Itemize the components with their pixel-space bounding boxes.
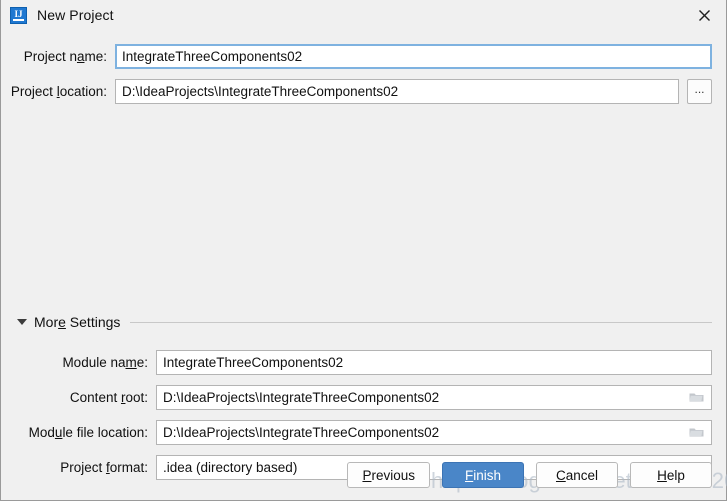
label-text-pre: Project: [10, 83, 57, 99]
window-title: New Project: [37, 7, 114, 23]
previous-button[interactable]: Previous: [347, 462, 430, 488]
label-text-pre: Mor: [34, 314, 59, 330]
content-root-label: Content root:: [1, 390, 156, 405]
label-text-post: ocation:: [59, 83, 107, 99]
module-file-location-input[interactable]: D:\IdeaProjects\IntegrateThreeComponents…: [156, 419, 712, 445]
label-text-post: me:: [84, 48, 107, 64]
module-name-input[interactable]: IntegrateThreeComponents02: [156, 349, 712, 375]
dialog-button-bar: Previous Finish Cancel Help: [347, 462, 712, 488]
project-location-label: Project location:: [1, 84, 115, 99]
label-mnemonic: m: [125, 354, 137, 370]
label-text-post: ormat:: [109, 459, 148, 475]
label-text-pre: Content: [69, 389, 121, 405]
btn-mnemonic: F: [464, 467, 474, 483]
module-name-value: IntegrateThreeComponents02: [163, 354, 344, 370]
more-settings-toggle[interactable]: More Settings: [1, 312, 712, 332]
folder-icon[interactable]: [689, 391, 704, 403]
btn-mnemonic: P: [362, 467, 372, 483]
project-name-row: Project name: IntegrateThreeComponents02: [1, 42, 726, 70]
new-project-dialog: IJ New Project Project name: IntegrateTh…: [0, 0, 727, 501]
close-icon[interactable]: [682, 0, 726, 30]
module-file-location-value: D:\IdeaProjects\IntegrateThreeComponents…: [163, 424, 440, 440]
project-name-label: Project name:: [1, 49, 115, 64]
content-root-row: Content root: D:\IdeaProjects\IntegrateT…: [1, 383, 726, 411]
content-root-value: D:\IdeaProjects\IntegrateThreeComponents…: [163, 389, 440, 405]
btn-text-post: ancel: [565, 467, 599, 483]
more-settings-label: More Settings: [34, 314, 120, 330]
module-name-row: Module name: IntegrateThreeComponents02: [1, 348, 726, 376]
project-name-input[interactable]: IntegrateThreeComponents02: [115, 43, 712, 69]
project-name-value: IntegrateThreeComponents02: [122, 48, 303, 64]
project-format-label: Project format:: [1, 460, 156, 475]
project-location-value: D:\IdeaProjects\IntegrateThreeComponents…: [122, 83, 399, 99]
intellij-idea-icon: IJ: [10, 6, 27, 24]
btn-mnemonic: C: [555, 467, 566, 483]
module-file-location-row: Module file location: D:\IdeaProjects\In…: [1, 418, 726, 446]
label-text-pre: Module na: [62, 354, 126, 370]
btn-text-post: inish: [473, 467, 501, 483]
content-root-input[interactable]: D:\IdeaProjects\IntegrateThreeComponents…: [156, 384, 712, 410]
cancel-button[interactable]: Cancel: [536, 462, 618, 488]
section-divider: [130, 321, 712, 323]
module-file-location-label: Module file location:: [1, 425, 156, 440]
project-location-input[interactable]: D:\IdeaProjects\IntegrateThreeComponents…: [115, 78, 679, 104]
label-text-post: le file location:: [62, 424, 148, 440]
project-format-value: .idea (directory based): [163, 459, 298, 475]
module-name-label: Module name:: [1, 355, 156, 370]
label-text-pre: Project: [60, 459, 106, 475]
btn-text-post: revious: [371, 467, 415, 483]
finish-button[interactable]: Finish: [442, 462, 524, 488]
project-location-row: Project location: D:\IdeaProjects\Integr…: [1, 77, 726, 105]
dialog-content: Project name: IntegrateThreeComponents02…: [1, 30, 727, 500]
btn-mnemonic: H: [657, 467, 667, 483]
label-text-pre: Mod: [28, 424, 55, 440]
label-mnemonic: e: [58, 314, 66, 330]
label-text-post: oot:: [125, 389, 148, 405]
ellipsis-icon: ...: [694, 81, 705, 96]
folder-icon[interactable]: [689, 426, 704, 438]
triangle-down-icon: [17, 319, 27, 325]
label-text-post: e:: [136, 354, 148, 370]
help-button[interactable]: Help: [630, 462, 712, 488]
label-text-pre: Project n: [23, 48, 77, 64]
btn-text-post: elp: [666, 467, 685, 483]
title-bar: IJ New Project: [1, 0, 726, 30]
label-text-post: Settings: [65, 314, 121, 330]
project-location-browse-button[interactable]: ...: [687, 78, 712, 104]
